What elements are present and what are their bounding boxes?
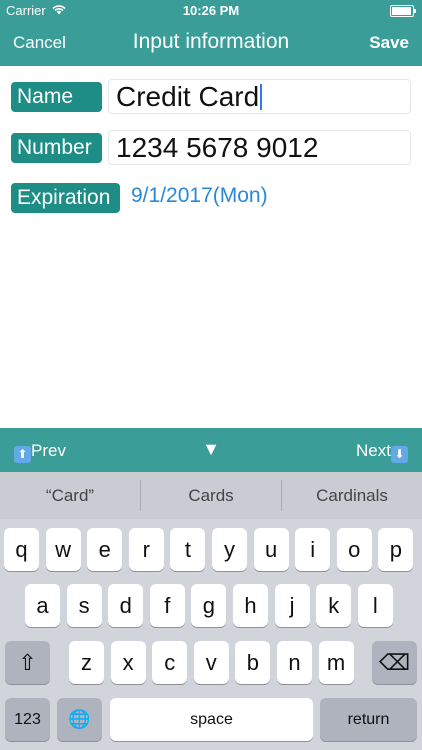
key-c[interactable]: c [152,641,188,684]
return-key[interactable]: return [320,698,417,741]
key-b[interactable]: b [235,641,271,684]
navigation-bar: Cancel Input information Save [0,20,422,66]
number-field-value: 1234 5678 9012 [116,132,319,163]
numbers-key[interactable]: 123 [5,698,50,741]
keyboard-accessory-bar: ⬆ Prev ▼ Next ⬇ [0,428,422,472]
key-j[interactable]: j [274,584,310,627]
battery-level-fill [392,7,411,15]
battery-icon [390,5,416,17]
key-h[interactable]: h [233,584,268,627]
globe-key[interactable]: 🌐 [57,698,102,741]
space-key[interactable]: space [110,698,313,741]
key-s[interactable]: s [66,584,102,627]
key-x[interactable]: x [110,641,146,684]
suggestion-item[interactable]: “Card” [0,472,140,519]
text-cursor [260,84,263,110]
suggestion-bar: “Card” Cards Cardinals [0,472,422,519]
key-f[interactable]: f [149,584,185,627]
name-field[interactable]: Credit Card [108,79,411,114]
number-label: Number [11,133,102,163]
key-q[interactable]: q [4,528,39,571]
backspace-icon: ⌫ [378,650,411,675]
suggestion-item[interactable]: Cardinals [282,472,422,519]
key-w[interactable]: w [45,528,81,571]
suggestion-item[interactable]: Cards [141,472,281,519]
key-k[interactable]: k [316,584,352,627]
page-title: Input information [132,30,290,53]
key-r[interactable]: r [128,528,164,571]
next-label: Next [356,441,391,460]
down-arrow-icon: ⬇ [391,446,408,463]
key-i[interactable]: i [295,528,331,571]
name-label: Name [11,82,102,112]
delete-key[interactable]: ⌫ [372,641,417,684]
status-bar: Carrier 10:26 PM [0,0,422,20]
key-a[interactable]: a [25,584,60,627]
number-field[interactable]: 1234 5678 9012 [108,130,411,165]
key-g[interactable]: g [191,584,227,627]
key-z[interactable]: z [69,641,104,684]
key-l[interactable]: l [357,584,393,627]
key-y[interactable]: y [212,528,247,571]
next-button[interactable]: Next ⬇ [356,441,408,463]
globe-icon: 🌐 [68,709,91,729]
key-o[interactable]: o [336,528,372,571]
key-p[interactable]: p [378,528,414,571]
shift-key[interactable]: ⇧ [5,641,50,684]
name-field-value: Credit Card [116,81,260,112]
keyboard: “Card” Cards Cardinals qwertyuiop asdfgh… [0,472,422,750]
expiration-date-value[interactable]: 9/1/2017(Mon) [131,184,268,208]
key-v[interactable]: v [193,641,229,684]
save-button[interactable]: Save [369,33,409,53]
expiration-label: Expiration [11,183,120,213]
key-e[interactable]: e [87,528,123,571]
key-d[interactable]: d [108,584,144,627]
key-m[interactable]: m [318,641,354,684]
key-t[interactable]: t [170,528,206,571]
clock: 10:26 PM [182,3,240,18]
key-n[interactable]: n [277,641,312,684]
key-u[interactable]: u [253,528,289,571]
shift-icon: ⇧ [18,650,37,675]
